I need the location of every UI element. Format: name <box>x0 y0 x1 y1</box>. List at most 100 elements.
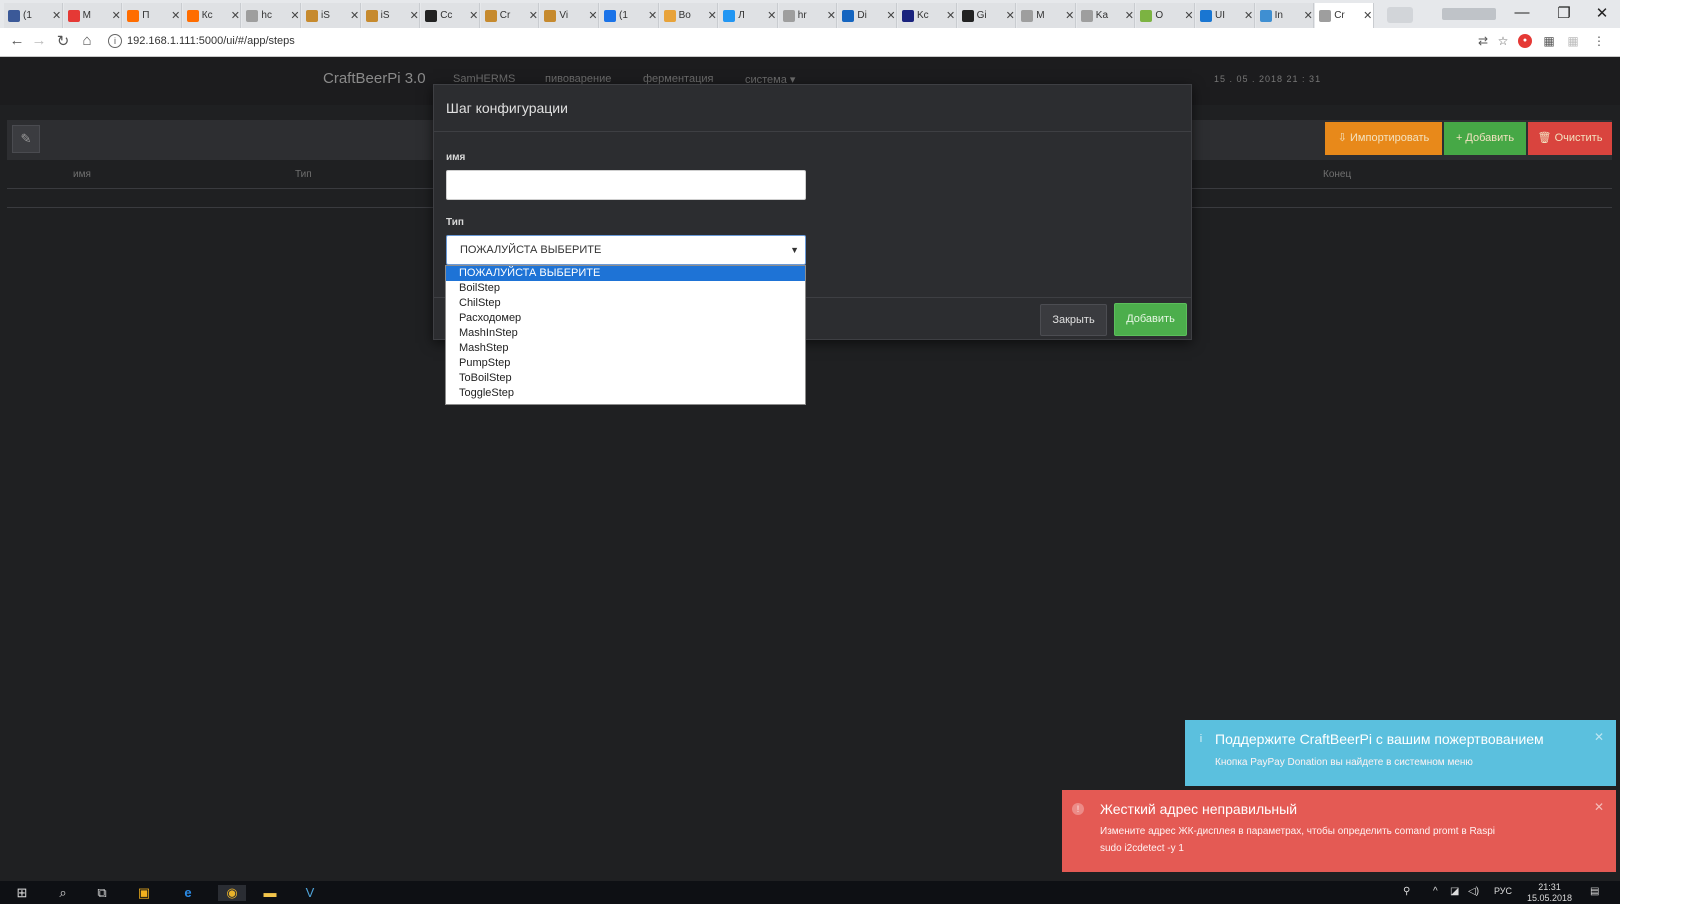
app-icon[interactable]: V <box>302 885 318 901</box>
site-info-icon[interactable]: i <box>108 34 122 48</box>
browser-tab[interactable]: Ka ✕ <box>1076 3 1136 28</box>
translate-icon[interactable]: ⇄ <box>1476 34 1490 48</box>
browser-tab[interactable]: O ✕ <box>1136 3 1195 28</box>
browser-tab[interactable]: iS ✕ <box>302 3 361 28</box>
step-type-option[interactable]: MashStep <box>446 341 805 356</box>
search-icon[interactable]: ⌕ <box>55 885 71 901</box>
step-type-option[interactable]: Расходомер <box>446 311 805 326</box>
step-type-option[interactable]: ToggleStep <box>446 386 805 401</box>
lcd-error-notification[interactable]: ! Жесткий адрес неправильный Измените ад… <box>1062 790 1616 872</box>
browser-tab[interactable]: Vi ✕ <box>540 3 599 28</box>
add-button[interactable]: Добавить <box>1114 303 1187 336</box>
edge-icon[interactable]: e <box>180 885 196 901</box>
tab-close-icon[interactable]: ✕ <box>707 9 717 22</box>
browser-tab[interactable]: Л ✕ <box>719 3 778 28</box>
chevron-up-icon[interactable]: ^ <box>1433 886 1438 897</box>
import-button[interactable]: ⇩ Импортировать <box>1325 122 1442 155</box>
step-type-option[interactable]: ToBoilStep <box>446 371 805 386</box>
browser-tab[interactable]: In ✕ <box>1255 3 1315 28</box>
volume-icon[interactable]: ◁) <box>1468 886 1479 897</box>
browser-tab[interactable]: Bo ✕ <box>659 3 719 28</box>
tab-close-icon[interactable]: ✕ <box>409 9 419 22</box>
system-clock[interactable]: 21:31 15.05.2018 <box>1527 882 1572 904</box>
extension-icon[interactable]: ▦ <box>1542 34 1556 48</box>
close-notification-icon[interactable]: ✕ <box>1594 730 1604 744</box>
task-view-icon[interactable]: ⧉ <box>94 885 110 901</box>
notification-center-icon[interactable]: ▤ <box>1590 886 1599 897</box>
adblock-icon[interactable]: ● <box>1518 34 1532 48</box>
tab-close-icon[interactable]: ✕ <box>469 9 479 22</box>
restore-icon[interactable]: ❐ <box>1552 4 1576 22</box>
edit-icon[interactable]: ✎ <box>12 125 40 153</box>
tab-close-icon[interactable]: ✕ <box>1244 9 1254 22</box>
browser-tab[interactable]: Cr ✕ <box>1315 3 1374 28</box>
tab-close-icon[interactable]: ✕ <box>1303 9 1313 22</box>
new-tab-button[interactable] <box>1387 7 1413 23</box>
tab-close-icon[interactable]: ✕ <box>1184 9 1194 22</box>
file-explorer-icon[interactable]: ▬ <box>262 885 278 901</box>
brand-title[interactable]: CraftBeerPi 3.0 <box>323 70 426 87</box>
browser-tab[interactable]: Cc ✕ <box>421 3 480 28</box>
forward-icon[interactable]: → <box>30 32 48 49</box>
browser-tab[interactable]: Gi ✕ <box>957 3 1017 28</box>
network-icon[interactable]: ◪ <box>1450 886 1459 897</box>
step-type-option[interactable]: ПОЖАЛУЙСТА ВЫБЕРИТЕ <box>446 266 805 281</box>
tab-close-icon[interactable]: ✕ <box>826 9 836 22</box>
step-type-select[interactable]: ПОЖАЛУЙСТА ВЫБЕРИТЕ ▼ <box>446 235 806 265</box>
people-icon[interactable]: ⚲ <box>1403 886 1410 897</box>
close-window-icon[interactable]: ✕ <box>1590 4 1614 22</box>
browser-tab[interactable]: (1 ✕ <box>4 3 63 28</box>
tab-close-icon[interactable]: ✕ <box>52 9 62 22</box>
minimize-icon[interactable]: — <box>1510 4 1534 21</box>
browser-tab[interactable]: Di ✕ <box>838 3 897 28</box>
language-indicator[interactable]: РУС <box>1494 886 1512 896</box>
browser-tab[interactable]: hr ✕ <box>778 3 838 28</box>
tab-close-icon[interactable]: ✕ <box>230 9 240 22</box>
tab-close-icon[interactable]: ✕ <box>767 9 777 22</box>
tab-close-icon[interactable]: ✕ <box>171 9 181 22</box>
close-button[interactable]: Закрыть <box>1040 304 1107 336</box>
browser-tab[interactable]: (1 ✕ <box>600 3 659 28</box>
reload-icon[interactable]: ↻ <box>54 32 72 50</box>
browser-tab[interactable]: M ✕ <box>1017 3 1076 28</box>
bookmark-star-icon[interactable]: ☆ <box>1496 34 1510 48</box>
browser-tab[interactable]: hc ✕ <box>242 3 301 28</box>
step-type-option[interactable]: PumpStep <box>446 356 805 371</box>
tab-close-icon[interactable]: ✕ <box>886 9 896 22</box>
clear-button[interactable]: 🗑 Очистить <box>1528 122 1612 155</box>
close-notification-icon[interactable]: ✕ <box>1594 800 1604 814</box>
tab-close-icon[interactable]: ✕ <box>648 9 658 22</box>
browser-tab[interactable]: П ✕ <box>123 3 182 28</box>
add-step-button[interactable]: + Добавить <box>1444 122 1526 155</box>
tab-close-icon[interactable]: ✕ <box>1005 9 1015 22</box>
chrome-icon[interactable]: ◉ <box>218 885 246 901</box>
back-icon[interactable]: ← <box>8 32 26 49</box>
extension2-icon[interactable]: ▦ <box>1566 34 1580 48</box>
step-type-option[interactable]: BoilStep <box>446 281 805 296</box>
browser-tab[interactable]: Cr ✕ <box>480 3 540 28</box>
tab-close-icon[interactable]: ✕ <box>1124 9 1134 22</box>
browser-tab[interactable]: Кс ✕ <box>182 3 242 28</box>
browser-tab[interactable]: iS ✕ <box>361 3 421 28</box>
tab-close-icon[interactable]: ✕ <box>111 9 121 22</box>
browser-tab[interactable]: UI ✕ <box>1196 3 1255 28</box>
step-name-input[interactable] <box>446 170 806 200</box>
browser-menu-icon[interactable]: ⋮ <box>1592 34 1606 48</box>
windows-start-icon[interactable]: ⊞ <box>14 885 30 901</box>
home-icon[interactable]: ⌂ <box>78 32 96 49</box>
tab-close-icon[interactable]: ✕ <box>350 9 360 22</box>
url-field[interactable]: i 192.168.1.111:5000/ui/#/app/steps <box>108 33 1468 50</box>
tab-close-icon[interactable]: ✕ <box>1065 9 1075 22</box>
tab-close-icon[interactable]: ✕ <box>946 9 956 22</box>
step-type-option[interactable]: MashInStep <box>446 326 805 341</box>
tab-close-icon[interactable]: ✕ <box>290 9 300 22</box>
profile-button[interactable] <box>1442 8 1496 20</box>
store-icon[interactable]: ▣ <box>136 885 152 901</box>
browser-tab[interactable]: M ✕ <box>63 3 123 28</box>
tab-close-icon[interactable]: ✕ <box>588 9 598 22</box>
donation-notification[interactable]: i Поддержите CraftBeerPi с вашим пожертв… <box>1185 720 1616 786</box>
browser-tab[interactable]: Kc ✕ <box>898 3 957 28</box>
tab-close-icon[interactable]: ✕ <box>1363 9 1373 22</box>
step-type-option[interactable]: ChilStep <box>446 296 805 311</box>
tab-close-icon[interactable]: ✕ <box>528 9 538 22</box>
